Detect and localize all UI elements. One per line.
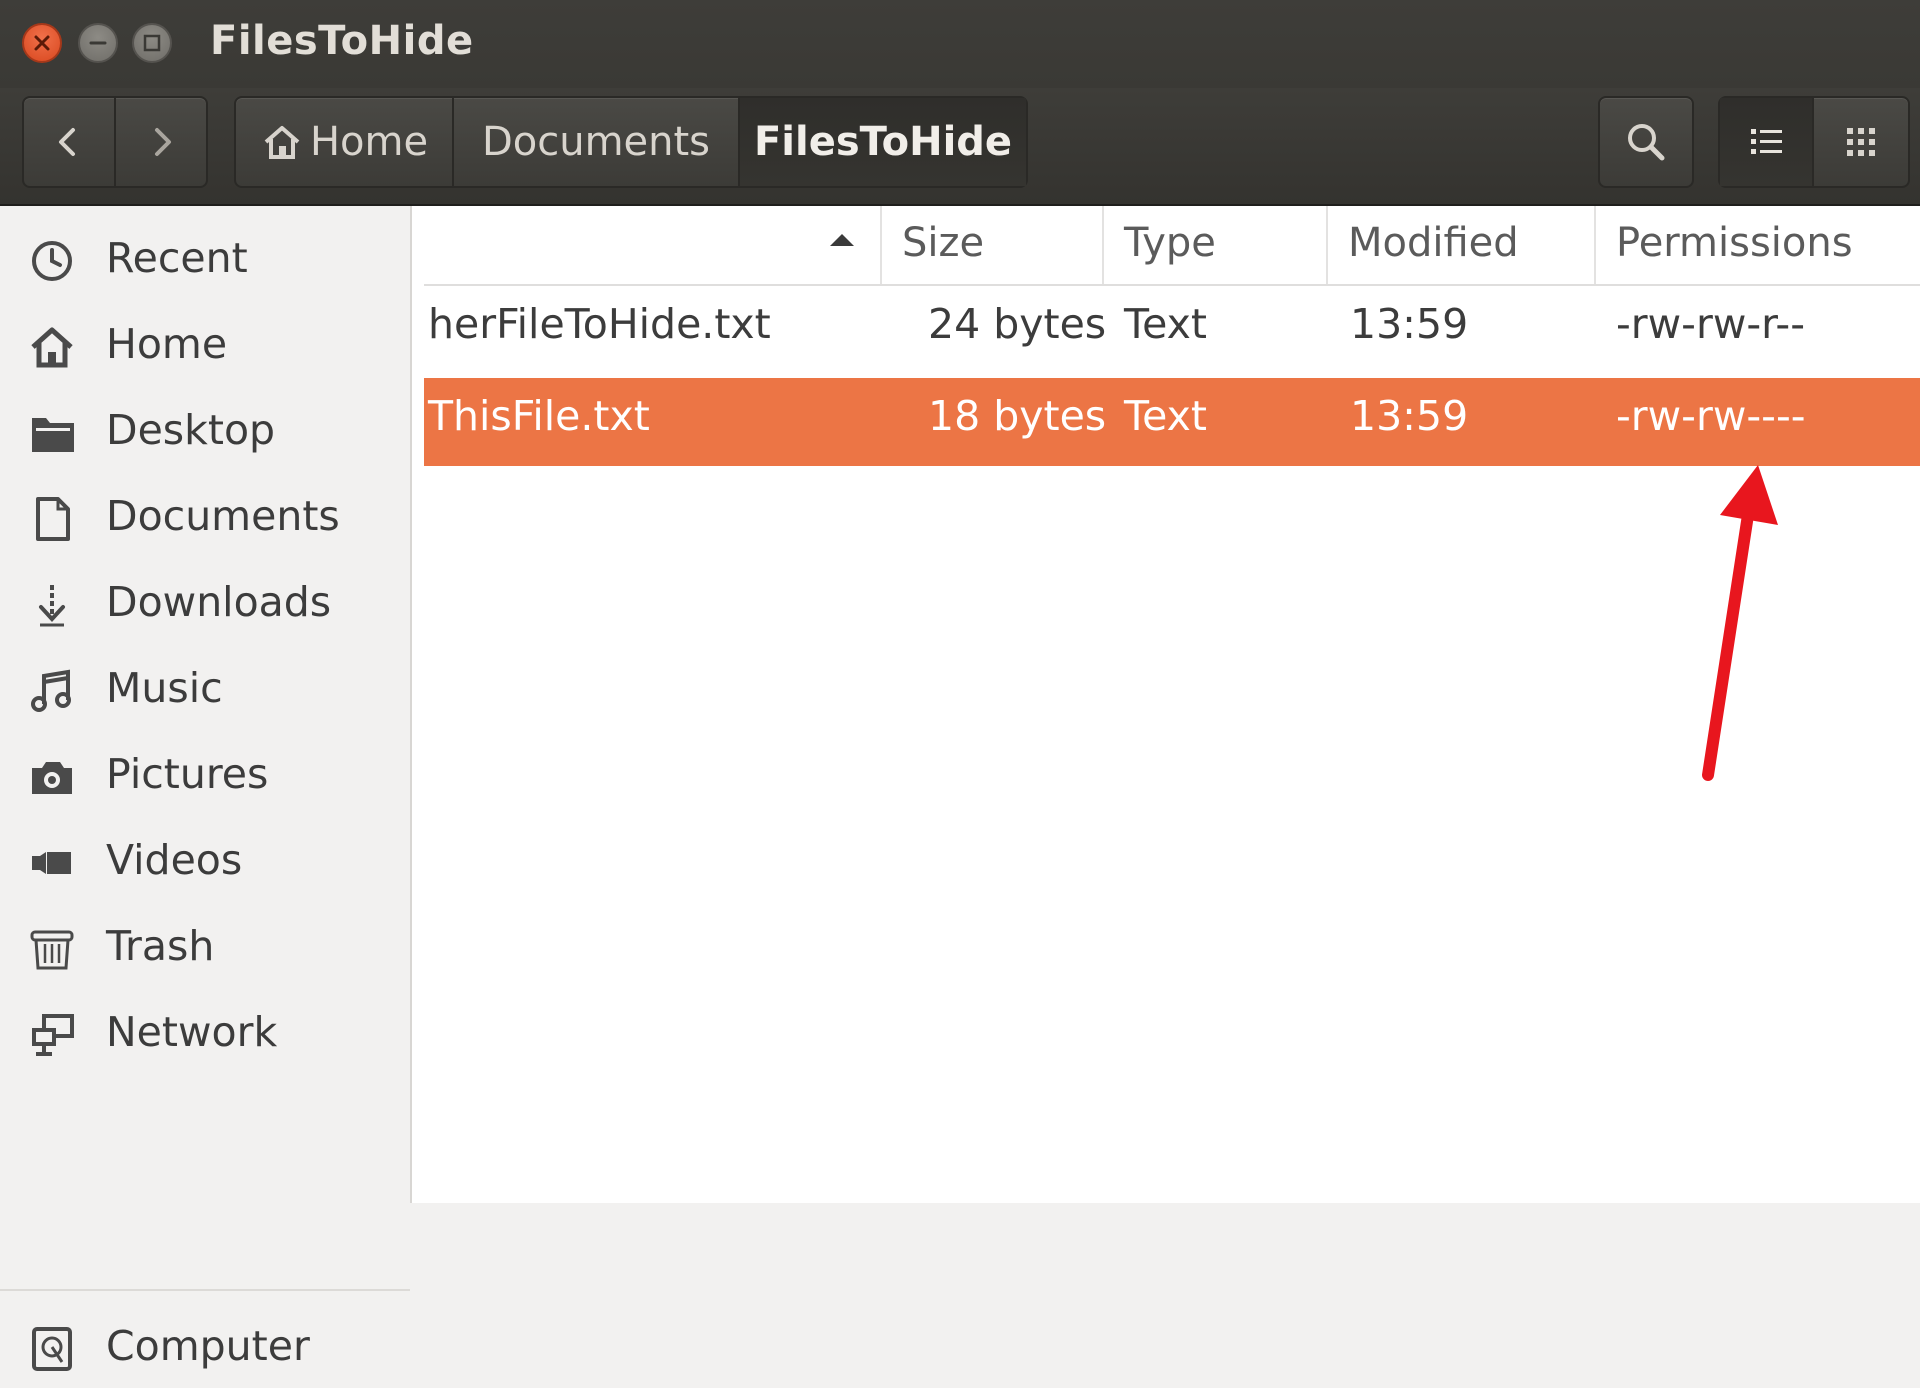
list-view-button[interactable] (1720, 98, 1814, 186)
home-icon (264, 126, 300, 159)
sidebar-item-label: Pictures (106, 750, 269, 798)
file-modified: 13:59 (1350, 392, 1469, 440)
chevron-right-icon (155, 128, 171, 156)
sidebar-item-label: Videos (106, 836, 243, 884)
column-header-modified[interactable]: Modified (1328, 206, 1596, 284)
column-header-row: Size Type Modified Permissions (424, 206, 1920, 286)
breadcrumb: Home Documents FilesToHide (234, 96, 1028, 188)
clock-icon (32, 241, 72, 281)
sidebar-item-label: Downloads (106, 578, 332, 626)
column-header-name[interactable] (424, 206, 882, 284)
column-header-permissions[interactable]: Permissions (1596, 206, 1920, 284)
sidebar-item-label: Recent (106, 234, 248, 282)
sidebar-item-label: Computer (106, 1322, 310, 1370)
breadcrumb-home[interactable]: Home (236, 98, 454, 186)
window-title: FilesToHide (210, 18, 474, 64)
download-icon (39, 585, 65, 627)
file-modified: 13:59 (1350, 300, 1469, 348)
grid-view-button[interactable] (1814, 98, 1908, 186)
sidebar-item-videos[interactable]: Videos (0, 822, 410, 902)
column-header-type-label: Type (1124, 220, 1216, 266)
sidebar: Recent Home Desktop Documents Downloads (0, 206, 412, 1371)
close-icon (34, 35, 50, 51)
sidebar-item-label: Documents (106, 492, 340, 540)
minimize-icon (89, 41, 107, 45)
search-button-wrap (1598, 96, 1694, 188)
breadcrumb-documents[interactable]: Documents (454, 98, 740, 186)
list-view-icon (1751, 129, 1782, 154)
home-icon (31, 327, 73, 368)
music-icon (31, 669, 71, 712)
sidebar-item-trash[interactable]: Trash (0, 908, 410, 988)
grid-view-icon (1847, 128, 1875, 156)
folder-icon (32, 418, 74, 452)
toolbar: Home Documents FilesToHide (0, 88, 1920, 206)
camera-icon (32, 762, 72, 794)
sidebar-item-label: Music (106, 664, 223, 712)
file-permissions: -rw-rw-r-- (1616, 300, 1805, 348)
breadcrumb-home-label: Home (309, 119, 429, 165)
sidebar-item-pictures[interactable]: Pictures (0, 736, 410, 816)
file-size: 24 bytes (928, 300, 1107, 348)
chevron-left-icon (59, 128, 75, 156)
maximize-icon (143, 34, 161, 52)
table-row[interactable]: herFileToHide.txt 24 bytes Text 13:59 -r… (424, 286, 1920, 374)
sidebar-item-downloads[interactable]: Downloads (0, 564, 410, 644)
forward-button[interactable] (116, 98, 206, 186)
sidebar-item-documents[interactable]: Documents (0, 478, 410, 558)
sidebar-item-label: Network (106, 1008, 278, 1056)
sort-ascending-icon (830, 234, 854, 246)
maximize-window-button[interactable] (132, 23, 172, 63)
breadcrumb-documents-label: Documents (481, 119, 711, 165)
document-icon (36, 497, 70, 541)
back-button[interactable] (24, 98, 116, 186)
breadcrumb-filestohide[interactable]: FilesToHide (740, 98, 1026, 186)
file-type: Text (1124, 392, 1207, 440)
file-type: Text (1124, 300, 1207, 348)
table-row-selected[interactable]: ThisFile.txt 18 bytes Text 13:59 -rw-rw-… (424, 378, 1920, 466)
annotation-arrow-icon (1702, 465, 1778, 781)
sidebar-item-desktop[interactable]: Desktop (0, 392, 410, 472)
sidebar-item-network[interactable]: Network (0, 994, 410, 1074)
sidebar-item-label: Home (106, 320, 228, 368)
file-size: 18 bytes (928, 392, 1107, 440)
sidebar-item-music[interactable]: Music (0, 650, 410, 730)
close-window-button[interactable] (22, 23, 62, 63)
column-header-size-label: Size (902, 220, 985, 266)
view-toggle (1718, 96, 1910, 188)
minimize-window-button[interactable] (78, 23, 118, 63)
sidebar-item-label: Trash (106, 922, 215, 970)
sidebar-item-recent[interactable]: Recent (0, 220, 410, 300)
file-name: herFileToHide.txt (428, 300, 771, 348)
file-permissions: -rw-rw---- (1616, 392, 1806, 440)
search-button[interactable] (1600, 98, 1692, 186)
column-header-permissions-label: Permissions (1616, 220, 1853, 266)
video-icon (32, 852, 71, 874)
column-header-size[interactable]: Size (882, 206, 1104, 284)
computer-icon (32, 1327, 72, 1371)
history-nav (22, 96, 208, 188)
breadcrumb-filestohide-label: FilesToHide (753, 119, 1013, 165)
column-header-type[interactable]: Type (1104, 206, 1328, 284)
sidebar-separator (0, 1289, 410, 1291)
sidebar-item-computer[interactable]: Computer (0, 1308, 410, 1388)
network-icon (32, 1014, 74, 1056)
title-bar: FilesToHide (0, 0, 1920, 88)
search-icon (1628, 124, 1665, 161)
sidebar-item-home[interactable]: Home (0, 306, 410, 386)
sidebar-item-label: Desktop (106, 406, 276, 454)
file-name: ThisFile.txt (428, 392, 650, 440)
trash-icon (30, 930, 74, 970)
column-header-modified-label: Modified (1348, 220, 1519, 266)
